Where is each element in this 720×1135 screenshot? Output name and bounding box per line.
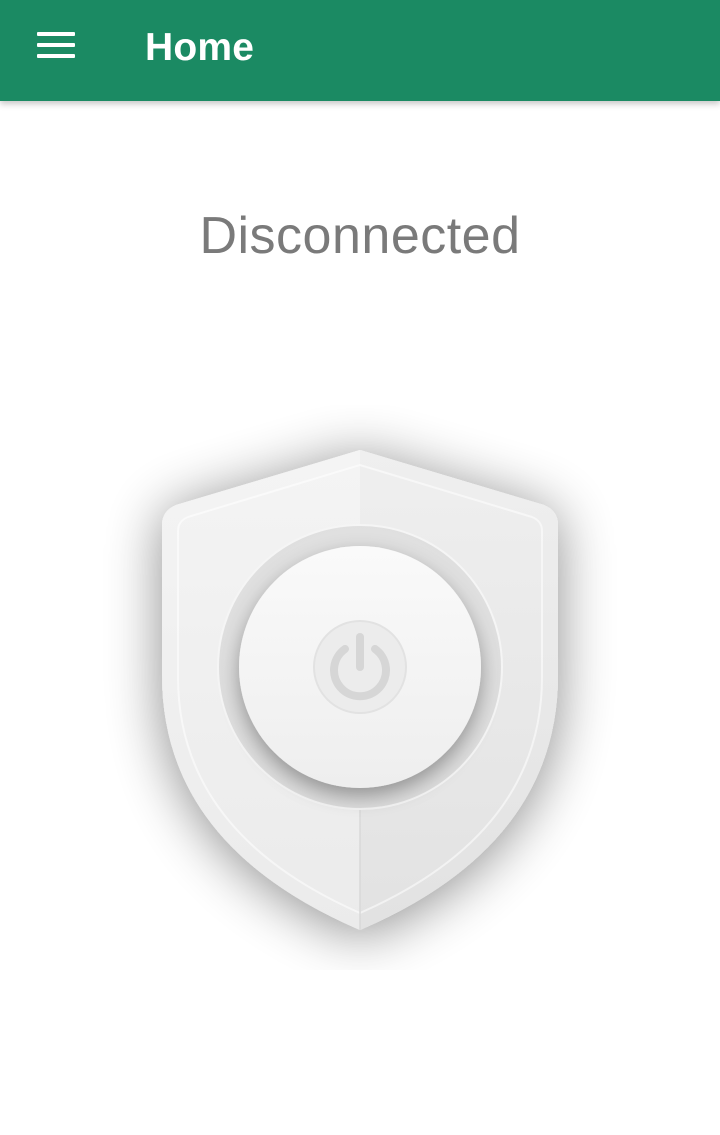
menu-button[interactable]	[24, 22, 88, 70]
app-bar: Home	[0, 0, 720, 101]
page-title: Home	[145, 26, 255, 69]
power-icon	[313, 620, 407, 714]
connection-status: Disconnected	[199, 207, 521, 265]
vpn-shield	[80, 405, 640, 970]
hamburger-menu-icon	[37, 32, 75, 60]
